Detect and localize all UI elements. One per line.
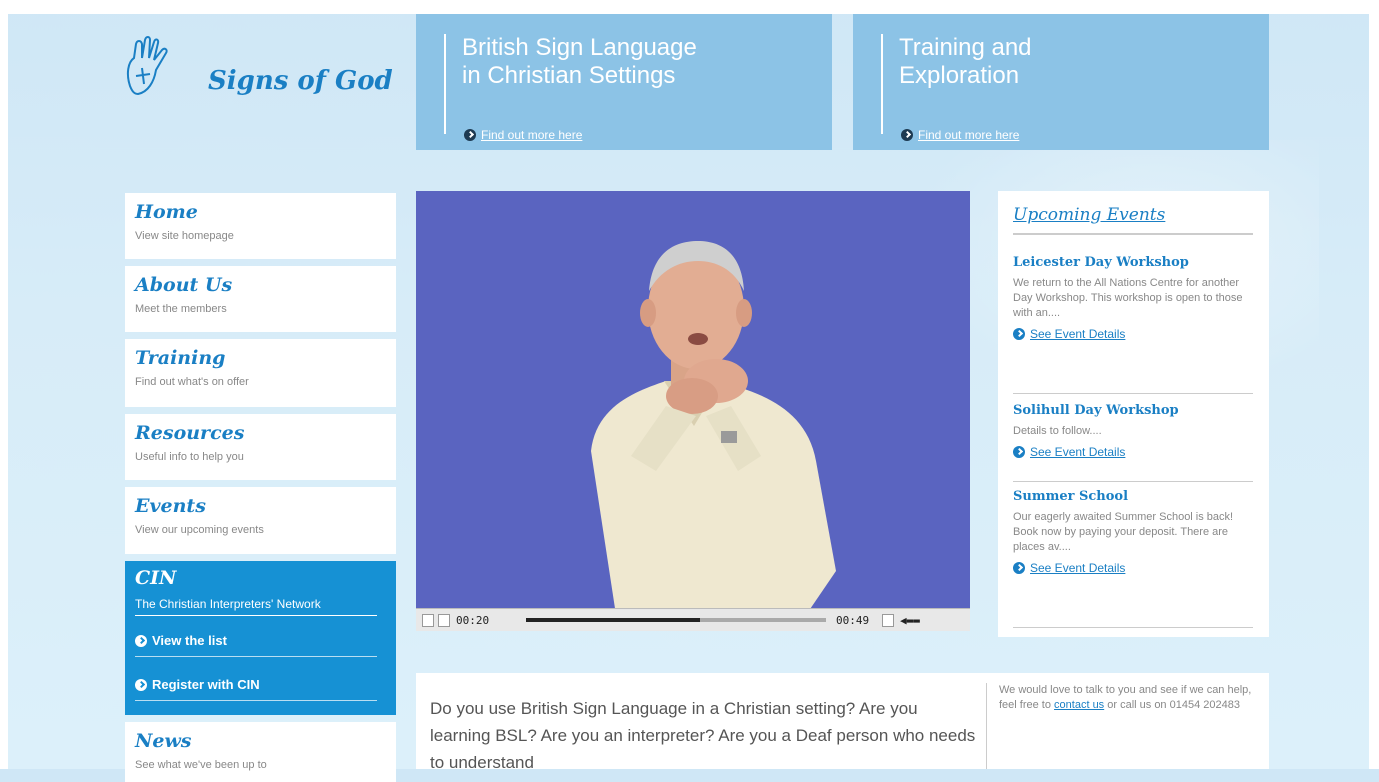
cin-view-list-link[interactable]: View the list — [135, 633, 377, 657]
page-frame-left — [0, 0, 8, 769]
nav-title: News — [135, 730, 192, 752]
event-title[interactable]: Leicester Day Workshop — [1013, 255, 1253, 270]
site-logo[interactable]: Signs of God — [120, 36, 410, 106]
fullscreen-icon[interactable] — [882, 614, 894, 627]
event-body: Details to follow.... — [1013, 425, 1102, 437]
cin-subtitle: The Christian Interpreters' Network — [135, 597, 377, 616]
events-heading[interactable]: Upcoming Events — [1013, 205, 1253, 235]
event-title[interactable]: Summer School — [1013, 489, 1253, 504]
event-body: We return to the All Nations Centre for … — [1013, 277, 1243, 319]
banner-training[interactable]: Training and Exploration Find out more h… — [853, 14, 1269, 150]
cin-register-link[interactable]: Register with CIN — [135, 677, 377, 701]
nav-subtitle: Useful info to help you — [135, 451, 244, 463]
banner-title: Training and Exploration — [899, 34, 1032, 89]
nav-subtitle: View site homepage — [135, 230, 234, 242]
intro-panel: Do you use British Sign Language in a Ch… — [416, 673, 1269, 769]
arrow-right-icon — [1013, 446, 1025, 458]
arrow-right-icon — [1013, 562, 1025, 574]
nav-item-training[interactable]: Training Find out what's on offer — [125, 339, 396, 407]
contact-blurb: We would love to talk to you and see if … — [986, 683, 1259, 769]
nav-title: Training — [135, 347, 226, 369]
nav-title: About Us — [135, 274, 233, 296]
nav-subtitle: View our upcoming events — [135, 524, 264, 536]
nav-title: Events — [135, 495, 206, 517]
video-player[interactable] — [416, 191, 970, 615]
contact-us-link[interactable]: contact us — [1054, 699, 1104, 711]
nav-item-resources[interactable]: Resources Useful info to help you — [125, 414, 396, 480]
hand-cross-icon — [126, 36, 168, 96]
nav-title: Home — [135, 201, 198, 223]
cin-title: CIN — [135, 567, 177, 589]
cin-panel: CIN The Christian Interpreters' Network … — [125, 561, 396, 715]
event-item: Leicester Day Workshop We return to the … — [1013, 255, 1253, 394]
logo-text: Signs of God — [208, 66, 393, 96]
banner-link[interactable]: Find out more here — [464, 128, 582, 142]
video-seek-bar[interactable] — [526, 618, 826, 622]
arrow-right-icon — [135, 635, 147, 647]
pause-icon[interactable] — [422, 614, 434, 627]
page-frame-right — [1369, 0, 1379, 769]
see-event-details-link[interactable]: See Event Details — [1013, 445, 1253, 459]
nav-subtitle: Meet the members — [135, 303, 227, 315]
upcoming-events-panel: Upcoming Events Leicester Day Workshop W… — [998, 191, 1269, 637]
event-item: Summer School Our eagerly awaited Summer… — [1013, 489, 1253, 628]
video-controls: 00:20 00:49 ◀▬▬ — [416, 608, 970, 631]
banner-link[interactable]: Find out more here — [901, 128, 1019, 142]
nav-item-news[interactable]: News See what we've been up to — [125, 722, 396, 782]
event-body: Our eagerly awaited Summer School is bac… — [1013, 511, 1234, 553]
nav-subtitle: See what we've been up to — [135, 759, 267, 771]
nav-title: Resources — [135, 422, 245, 444]
page-frame-top — [0, 0, 1379, 14]
video-seek-progress — [526, 618, 700, 622]
intro-text: Do you use British Sign Language in a Ch… — [430, 699, 976, 769]
nav-item-about[interactable]: About Us Meet the members — [125, 266, 396, 332]
event-title[interactable]: Solihull Day Workshop — [1013, 403, 1253, 418]
see-event-details-link[interactable]: See Event Details — [1013, 327, 1253, 341]
nav-item-home[interactable]: Home View site homepage — [125, 193, 396, 259]
nav-item-events[interactable]: Events View our upcoming events — [125, 487, 396, 554]
arrow-right-icon — [135, 679, 147, 691]
arrow-right-icon — [464, 129, 476, 141]
signer-video-frame — [591, 241, 836, 615]
video-total-time: 00:49 — [836, 614, 870, 627]
nav-subtitle: Find out what's on offer — [135, 376, 249, 388]
arrow-right-icon — [1013, 328, 1025, 340]
banner-title: British Sign Language in Christian Setti… — [462, 34, 697, 89]
volume-icon[interactable]: ◀▬▬ — [900, 614, 920, 627]
event-item: Solihull Day Workshop Details to follow.… — [1013, 403, 1253, 482]
stop-icon[interactable] — [438, 614, 450, 627]
video-elapsed-time: 00:20 — [456, 614, 490, 627]
banner-bsl-christian[interactable]: British Sign Language in Christian Setti… — [416, 14, 832, 150]
arrow-right-icon — [901, 129, 913, 141]
see-event-details-link[interactable]: See Event Details — [1013, 561, 1253, 575]
